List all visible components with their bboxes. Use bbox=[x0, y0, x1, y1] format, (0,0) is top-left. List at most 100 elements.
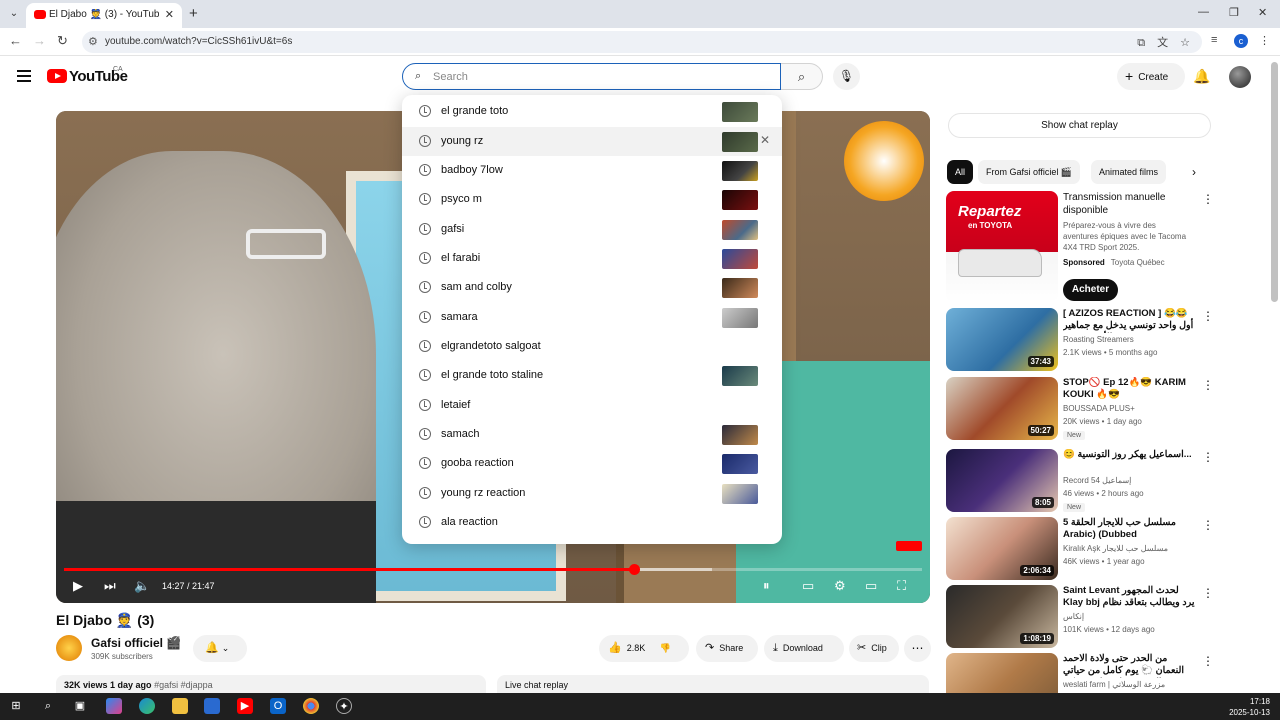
channel-watermark-logo[interactable] bbox=[844, 121, 924, 201]
rec-thumbnail[interactable]: 2:06:34 bbox=[946, 517, 1058, 580]
rec-title[interactable]: من الحدر حتى ولادة الاحمد النعمان 🐑 يوم … bbox=[1063, 653, 1198, 678]
site-info-icon[interactable]: ⚙ bbox=[88, 35, 98, 48]
minimize-icon[interactable]: — bbox=[1198, 6, 1209, 18]
subscription-bell-button[interactable]: 🔔 ⌄ bbox=[193, 635, 247, 662]
recommendation-item[interactable]: 8:05 😊 اسماعيل يهكر روز التونسية... Reco… bbox=[946, 449, 1214, 512]
suggestion-item[interactable]: el farabi bbox=[402, 244, 782, 273]
chevron-right-icon[interactable]: › bbox=[1192, 165, 1196, 179]
ad-title[interactable]: Transmission manuelle disponible bbox=[1063, 191, 1198, 217]
close-tab-icon[interactable]: ✕ bbox=[165, 8, 174, 21]
ad-more-icon[interactable]: ⋮ bbox=[1202, 192, 1214, 206]
suggestion-item[interactable]: samach bbox=[402, 420, 782, 449]
hashtags[interactable]: #gafsi #djappa bbox=[154, 680, 213, 690]
suggestion-item[interactable]: el grande toto staline bbox=[402, 361, 782, 390]
suggestion-item[interactable]: sam and colby bbox=[402, 273, 782, 302]
next-icon[interactable]: ⏭ bbox=[104, 578, 116, 594]
create-button[interactable]: + Create bbox=[1117, 63, 1185, 90]
app-icon[interactable]: ✦ bbox=[336, 698, 352, 714]
youtube-logo-icon[interactable] bbox=[47, 69, 67, 83]
recommendation-item[interactable]: 37:43 [ AZIZOS REACTION ] 😂😂 أول واحد تو… bbox=[946, 308, 1214, 371]
suggestion-item[interactable]: badboy 7low bbox=[402, 156, 782, 185]
suggestion-item[interactable]: samara bbox=[402, 303, 782, 332]
window-close-icon[interactable]: ✕ bbox=[1258, 6, 1267, 19]
address-bar[interactable]: ⚙ youtube.com/watch?v=CicSSh61ivU&t=6s ⧉… bbox=[82, 31, 1202, 53]
remove-suggestion-icon[interactable]: ✕ bbox=[760, 133, 770, 147]
rec-title[interactable]: [ AZIZOS REACTION ] 😂😂 أول واحد تونسي يد… bbox=[1063, 308, 1198, 333]
live-chat-panel[interactable]: Live chat replay bbox=[497, 675, 929, 695]
recommendation-item[interactable]: 1:08:19 Saint Levant لحدث المجهور Klay b… bbox=[946, 585, 1214, 648]
recommendation-item[interactable]: 2:06:34 مسلسل حب للايجار الحلقة 5 Arabic… bbox=[946, 517, 1214, 580]
rec-thumbnail[interactable]: 50:27 bbox=[946, 377, 1058, 440]
page-scrollbar[interactable] bbox=[1271, 62, 1278, 302]
rec-channel[interactable]: weslati farm | مزرعة الوسلاتي bbox=[1063, 680, 1198, 689]
subtitles-icon[interactable]: ▭ bbox=[802, 578, 814, 594]
search-box[interactable]: ⌕ bbox=[402, 63, 781, 90]
rec-more-icon[interactable]: ⋮ bbox=[1202, 378, 1214, 392]
ad-cta-button[interactable]: Acheter bbox=[1063, 279, 1118, 301]
rec-more-icon[interactable]: ⋮ bbox=[1202, 309, 1214, 323]
rec-title[interactable]: Saint Levant لحدث المجهور Klay bbj يرد و… bbox=[1063, 585, 1198, 610]
browser-menu-icon[interactable]: ⋮ bbox=[1259, 34, 1270, 47]
chrome-icon[interactable] bbox=[303, 698, 319, 714]
fullscreen-icon[interactable]: ⛶ bbox=[897, 578, 906, 594]
outlook-icon[interactable]: O bbox=[270, 698, 286, 714]
rec-thumbnail[interactable]: 37:43 bbox=[946, 308, 1058, 371]
rec-channel[interactable]: BOUSSADA PLUS+ bbox=[1063, 404, 1198, 413]
play-icon[interactable]: ▶ bbox=[73, 578, 83, 594]
recommendation-item[interactable]: 50:27 STOP🚫 Ep 12🔥😎 KARIM KOUKI 🔥😎 BOUSS… bbox=[946, 377, 1214, 440]
rec-title[interactable]: مسلسل حب للايجار الحلقة 5 Arabic) (Dubbe… bbox=[1063, 517, 1198, 542]
search-button[interactable]: ⌕ bbox=[781, 63, 823, 90]
suggestion-item[interactable]: young rz ✕ bbox=[402, 127, 782, 156]
reading-list-icon[interactable]: ≡ bbox=[1211, 34, 1217, 46]
chip-all[interactable]: All bbox=[947, 160, 974, 184]
suggestion-item[interactable]: gafsi bbox=[402, 215, 782, 244]
share-button[interactable]: ↷ Share bbox=[696, 635, 758, 662]
channel-avatar[interactable] bbox=[56, 635, 82, 661]
rec-channel[interactable]: Kiralık Aşk مسلسل حب للايجار bbox=[1063, 544, 1198, 553]
windows-start-icon[interactable]: ⊞ bbox=[8, 698, 24, 714]
maximize-icon[interactable]: ❐ bbox=[1229, 6, 1239, 19]
rec-thumbnail[interactable]: 1:08:19 bbox=[946, 585, 1058, 648]
notifications-bell-icon[interactable]: 🔔 bbox=[1193, 68, 1210, 85]
edge-browser-icon[interactable] bbox=[139, 698, 155, 714]
rec-more-icon[interactable]: ⋮ bbox=[1202, 450, 1214, 464]
taskbar-search-icon[interactable]: ⌕ bbox=[40, 698, 56, 714]
rec-channel[interactable]: إنكاس bbox=[1063, 612, 1198, 621]
progress-scrubber[interactable] bbox=[628, 564, 640, 575]
rec-more-icon[interactable]: ⋮ bbox=[1202, 518, 1214, 532]
search-input[interactable] bbox=[433, 68, 763, 86]
suggestion-item[interactable]: psyco m bbox=[402, 185, 782, 214]
chip-animated-films[interactable]: Animated films bbox=[1091, 160, 1167, 184]
rec-channel[interactable]: Record 54 إسماعيل bbox=[1063, 476, 1198, 485]
download-button[interactable]: ⤓ Download bbox=[764, 635, 844, 662]
theater-mode-icon[interactable]: ▭ bbox=[865, 578, 877, 594]
dislike-icon[interactable]: 👎 bbox=[660, 643, 671, 653]
url-text[interactable]: youtube.com/watch?v=CicSSh61ivU&t=6s bbox=[105, 36, 292, 47]
chip-from-channel[interactable]: From Gafsi officiel 🎬 bbox=[978, 160, 1081, 184]
rec-more-icon[interactable]: ⋮ bbox=[1202, 654, 1212, 668]
menu-icon[interactable] bbox=[17, 70, 31, 82]
autoplay-toggle-icon[interactable]: ⏸ bbox=[763, 578, 770, 594]
account-avatar[interactable] bbox=[1229, 66, 1251, 88]
browser-tab[interactable]: El Djabo 👮 (3) - YouTube ✕ bbox=[26, 3, 182, 28]
store-icon[interactable] bbox=[204, 698, 220, 714]
rec-title[interactable]: 😊 اسماعيل يهكر روز التونسية... bbox=[1063, 449, 1198, 474]
install-app-icon[interactable]: ⧉ bbox=[1137, 37, 1145, 49]
system-clock[interactable]: 17:18 2025-10-13 bbox=[1229, 696, 1270, 718]
browser-profile-avatar[interactable]: c bbox=[1234, 34, 1248, 48]
translate-icon[interactable]: 文 bbox=[1157, 37, 1168, 49]
channel-name[interactable]: Gafsi officiel 🎬 bbox=[91, 636, 181, 650]
suggestion-item[interactable]: young rz reaction bbox=[402, 479, 782, 508]
suggestion-item[interactable]: elgrandetoto salgoat bbox=[402, 332, 782, 361]
reload-icon[interactable]: ↻ bbox=[57, 33, 68, 49]
settings-gear-icon[interactable]: ⚙ bbox=[834, 578, 846, 594]
voice-search-icon[interactable]: 🎙 bbox=[833, 63, 860, 90]
rec-channel[interactable]: Roasting Streamers bbox=[1063, 335, 1198, 344]
rec-title[interactable]: STOP🚫 Ep 12🔥😎 KARIM KOUKI 🔥😎 bbox=[1063, 377, 1198, 402]
ad-thumbnail[interactable]: Repartez en TOYOTA bbox=[946, 191, 1058, 302]
clip-button[interactable]: ✂ Clip bbox=[849, 635, 899, 662]
task-view-icon[interactable]: ▣ bbox=[72, 698, 88, 714]
bookmark-star-icon[interactable]: ☆ bbox=[1180, 37, 1190, 49]
suggestion-item[interactable]: gooba reaction bbox=[402, 449, 782, 478]
description-box[interactable]: 32K views 1 day ago #gafsi #djappa bbox=[56, 675, 486, 695]
